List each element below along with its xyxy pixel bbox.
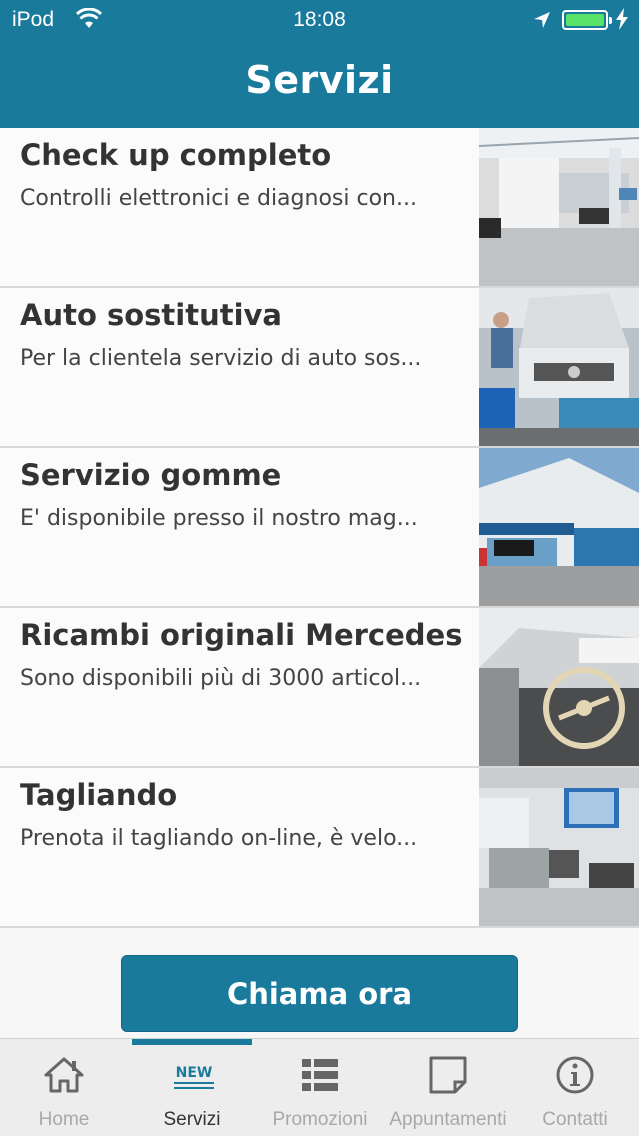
tab-label: Home [38,1109,90,1130]
tab-promozioni[interactable]: Promozioni [256,1039,384,1136]
service-description: Controlli elettronici e diagnosi con... [20,186,417,211]
home-icon [44,1057,84,1093]
svg-text:NEW: NEW [176,1065,213,1081]
list-item[interactable]: Ricambi originali Mercedes Sono disponib… [0,608,639,768]
charging-bolt-icon [616,8,628,30]
status-bar: iPod 18:08 [0,0,639,40]
service-description: Sono disponibili più di 3000 articol... [20,666,422,691]
service-description: E' disponibile presso il nostro mag... [20,506,418,531]
list-item[interactable]: Check up completo Controlli elettronici … [0,128,639,288]
list-item[interactable]: Servizio gomme E' disponibile presso il … [0,448,639,608]
note-icon [429,1056,467,1094]
list-item[interactable]: Tagliando Prenota il tagliando on-line, … [0,768,639,928]
service-name: Check up completo [20,138,332,172]
tab-label: Promozioni [272,1109,368,1130]
service-name: Ricambi originali Mercedes [20,618,463,652]
list-item[interactable]: Auto sostitutiva Per la clientela serviz… [0,288,639,448]
top-bar: iPod 18:08 Servizi [0,0,639,128]
tab-label: Contatti [542,1109,608,1130]
tab-label: Appuntamenti [389,1109,507,1130]
services-list: Check up completo Controlli elettronici … [0,128,639,928]
tab-home[interactable]: Home [0,1039,128,1136]
battery-icon [562,10,612,30]
service-image [479,448,639,606]
list-icon [302,1059,338,1091]
service-image [479,768,639,926]
tab-appuntamenti[interactable]: Appuntamenti [384,1039,512,1136]
service-image [479,608,639,766]
tab-bar: Home NEW Servizi Promozioni Appuntamenti [0,1038,639,1136]
location-arrow-icon [534,12,550,28]
call-now-button[interactable]: Chiama ora [121,955,518,1032]
service-image [479,128,639,286]
tab-servizi[interactable]: NEW Servizi [128,1039,256,1136]
page-title: Servizi [245,58,394,102]
service-name: Tagliando [20,778,178,812]
new-badge-icon: NEW [174,1065,214,1089]
service-image [479,288,639,446]
service-description: Per la clientela servizio di auto sos... [20,346,422,371]
tab-label: Servizi [163,1109,221,1130]
info-icon [556,1056,594,1094]
service-name: Auto sostitutiva [20,298,283,332]
service-name: Servizio gomme [20,458,282,492]
tab-contatti[interactable]: Contatti [511,1039,639,1136]
service-description: Prenota il tagliando on-line, è velo... [20,826,418,851]
active-tab-indicator [132,1039,252,1045]
